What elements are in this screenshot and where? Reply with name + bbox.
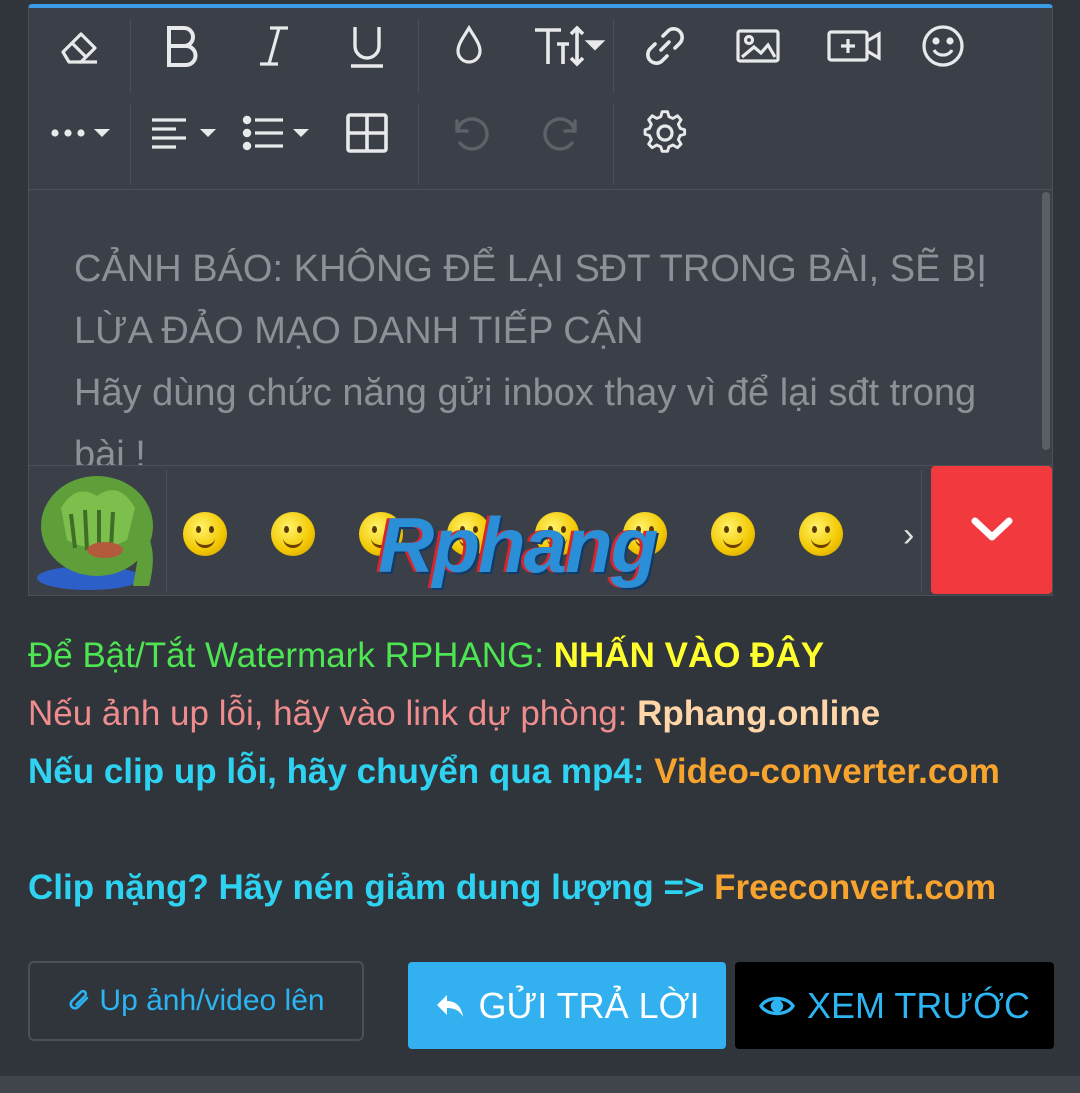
bold-icon[interactable] bbox=[149, 14, 213, 78]
toolbar-row-2 bbox=[29, 101, 1052, 189]
font-size-icon[interactable] bbox=[529, 14, 609, 78]
underline-icon[interactable] bbox=[335, 14, 399, 78]
bottom-divider bbox=[0, 1076, 1080, 1093]
scream-emoji[interactable] bbox=[711, 512, 755, 556]
editor-toolbar bbox=[29, 8, 1052, 189]
preview-label: XEM TRƯỚC bbox=[807, 984, 1030, 1026]
clip-converter-text: Nếu clip up lỗi, hãy chuyển qua mp4: bbox=[28, 752, 655, 791]
watermark-toggle-link[interactable]: NHẤN VÀO ĐÂY bbox=[554, 636, 824, 675]
placeholder-warning: CẢNH BÁO: KHÔNG ĐỂ LẠI SĐT TRONG BÀI, SẼ… bbox=[74, 248, 987, 352]
backup-link[interactable]: Rphang.online bbox=[637, 694, 880, 733]
rphang-watermark: Rphang bbox=[378, 501, 658, 589]
backup-link-notice: Nếu ảnh up lỗi, hãy vào link dự phòng: R… bbox=[28, 685, 880, 743]
toolbar-separator bbox=[418, 105, 419, 185]
redo-icon[interactable] bbox=[531, 101, 595, 165]
collapse-emoji-button[interactable] bbox=[931, 466, 1052, 594]
compress-notice: Clip nặng? Hãy nén giảm dung lượng => Fr… bbox=[28, 859, 996, 917]
preview-button[interactable]: XEM TRƯỚC bbox=[735, 962, 1054, 1049]
toolbar-separator bbox=[130, 20, 131, 92]
eraser-icon[interactable] bbox=[47, 14, 111, 78]
image-icon[interactable] bbox=[726, 14, 790, 78]
submit-reply-button[interactable]: GỬI TRẢ LỜI bbox=[408, 962, 726, 1049]
toolbar-separator bbox=[613, 105, 614, 185]
media-icon[interactable] bbox=[819, 14, 889, 78]
eye-icon bbox=[759, 996, 795, 1015]
reply-icon bbox=[436, 994, 463, 1017]
text-color-icon[interactable] bbox=[437, 14, 501, 78]
editor-content[interactable]: CẢNH BÁO: KHÔNG ĐỂ LẠI SĐT TRONG BÀI, SẼ… bbox=[29, 189, 1052, 466]
pepe-facepalm-sticker[interactable] bbox=[31, 468, 163, 592]
toolbar-row-1 bbox=[29, 14, 1052, 102]
chevron-right-icon[interactable]: › bbox=[903, 516, 914, 555]
chevron-down-icon bbox=[971, 517, 1012, 541]
cool-emoji[interactable] bbox=[799, 512, 843, 556]
smiley-icon[interactable] bbox=[911, 14, 975, 78]
toolbar-separator bbox=[418, 20, 419, 92]
compress-text: Clip nặng? Hãy nén giảm dung lượng => bbox=[28, 868, 715, 907]
emoji-separator bbox=[921, 470, 922, 592]
upload-media-label: Up ảnh/video lên bbox=[99, 984, 325, 1017]
italic-icon[interactable] bbox=[242, 14, 306, 78]
editor-placeholder: CẢNH BÁO: KHÔNG ĐỂ LẠI SĐT TRONG BÀI, SẼ… bbox=[74, 238, 1024, 466]
table-icon[interactable] bbox=[335, 101, 399, 165]
clip-converter-link[interactable]: Video-converter.com bbox=[654, 752, 1000, 791]
submit-reply-label: GỬI TRẢ LỜI bbox=[478, 984, 700, 1026]
compress-link[interactable]: Freeconvert.com bbox=[714, 868, 996, 907]
undo-icon[interactable] bbox=[437, 101, 501, 165]
more-options-icon[interactable] bbox=[44, 101, 124, 165]
settings-icon[interactable] bbox=[633, 101, 697, 165]
link-icon[interactable] bbox=[633, 14, 697, 78]
smile-emoji[interactable] bbox=[183, 512, 227, 556]
align-icon[interactable] bbox=[144, 101, 224, 165]
list-icon[interactable] bbox=[237, 101, 317, 165]
backup-link-text: Nếu ảnh up lỗi, hãy vào link dự phòng: bbox=[28, 694, 638, 733]
editor-scrollbar[interactable] bbox=[1042, 192, 1050, 450]
watermark-toggle-text: Để Bật/Tắt Watermark RPHANG: bbox=[28, 636, 554, 675]
toolbar-separator bbox=[613, 20, 614, 92]
watermark-toggle-notice: Để Bật/Tắt Watermark RPHANG: NHẤN VÀO ĐÂ… bbox=[28, 627, 824, 685]
placeholder-instruction: Hãy dùng chức năng gửi inbox thay vì để … bbox=[74, 372, 977, 466]
paperclip-icon bbox=[69, 989, 89, 1010]
toolbar-separator bbox=[130, 105, 131, 185]
emoji-separator bbox=[166, 470, 167, 592]
wink-emoji[interactable] bbox=[271, 512, 315, 556]
upload-media-button[interactable]: Up ảnh/video lên bbox=[28, 961, 364, 1041]
clip-converter-notice: Nếu clip up lỗi, hãy chuyển qua mp4: Vid… bbox=[28, 743, 1028, 801]
